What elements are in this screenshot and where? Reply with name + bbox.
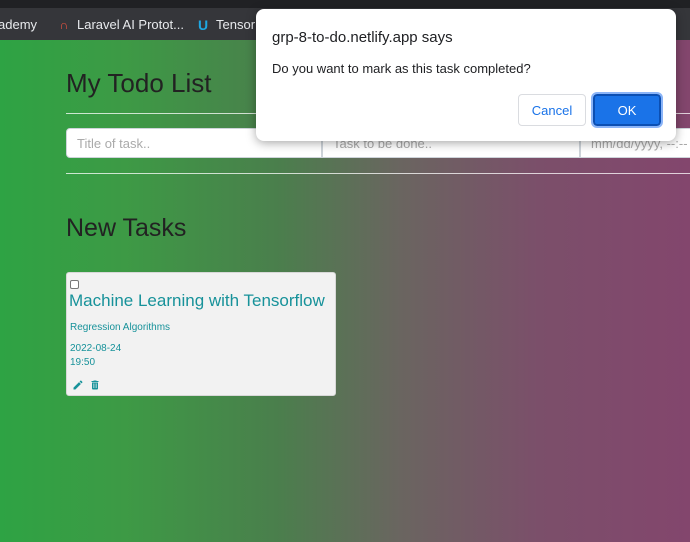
cancel-button[interactable]: Cancel <box>518 94 586 126</box>
laravel-icon: ∩ <box>59 17 69 32</box>
dialog-title: grp-8-to-do.netlify.app says <box>272 29 453 46</box>
task-title: Machine Learning with Tensorflow <box>69 291 325 310</box>
page-title: My Todo List <box>66 68 212 98</box>
bookmark-label: Tensor <box>216 17 256 32</box>
divider <box>66 173 690 174</box>
task-complete-checkbox[interactable] <box>70 280 79 289</box>
edit-pencil-icon[interactable] <box>72 379 84 391</box>
bookmark-tensor[interactable]: U Tensor <box>196 17 255 32</box>
section-title: New Tasks <box>66 214 187 242</box>
confirm-dialog: grp-8-to-do.netlify.app says Do you want… <box>256 9 676 141</box>
task-time: 19:50 <box>70 357 96 368</box>
task-description: Regression Algorithms <box>70 322 171 333</box>
bookmark-academy[interactable]: ademy <box>0 17 37 32</box>
tensorflow-icon: U <box>197 16 209 33</box>
tab-strip <box>0 0 690 8</box>
bookmark-label: Laravel AI Protot... <box>77 17 184 32</box>
dialog-message: Do you want to mark as this task complet… <box>272 61 531 76</box>
ok-button[interactable]: OK <box>591 92 663 128</box>
bookmark-laravel[interactable]: ∩ Laravel AI Protot... <box>57 17 184 32</box>
task-card: Machine Learning with Tensorflow Regress… <box>66 272 336 396</box>
trash-icon[interactable] <box>89 379 101 391</box>
bookmark-label: ademy <box>0 17 38 32</box>
task-date: 2022-08-24 <box>70 343 122 354</box>
